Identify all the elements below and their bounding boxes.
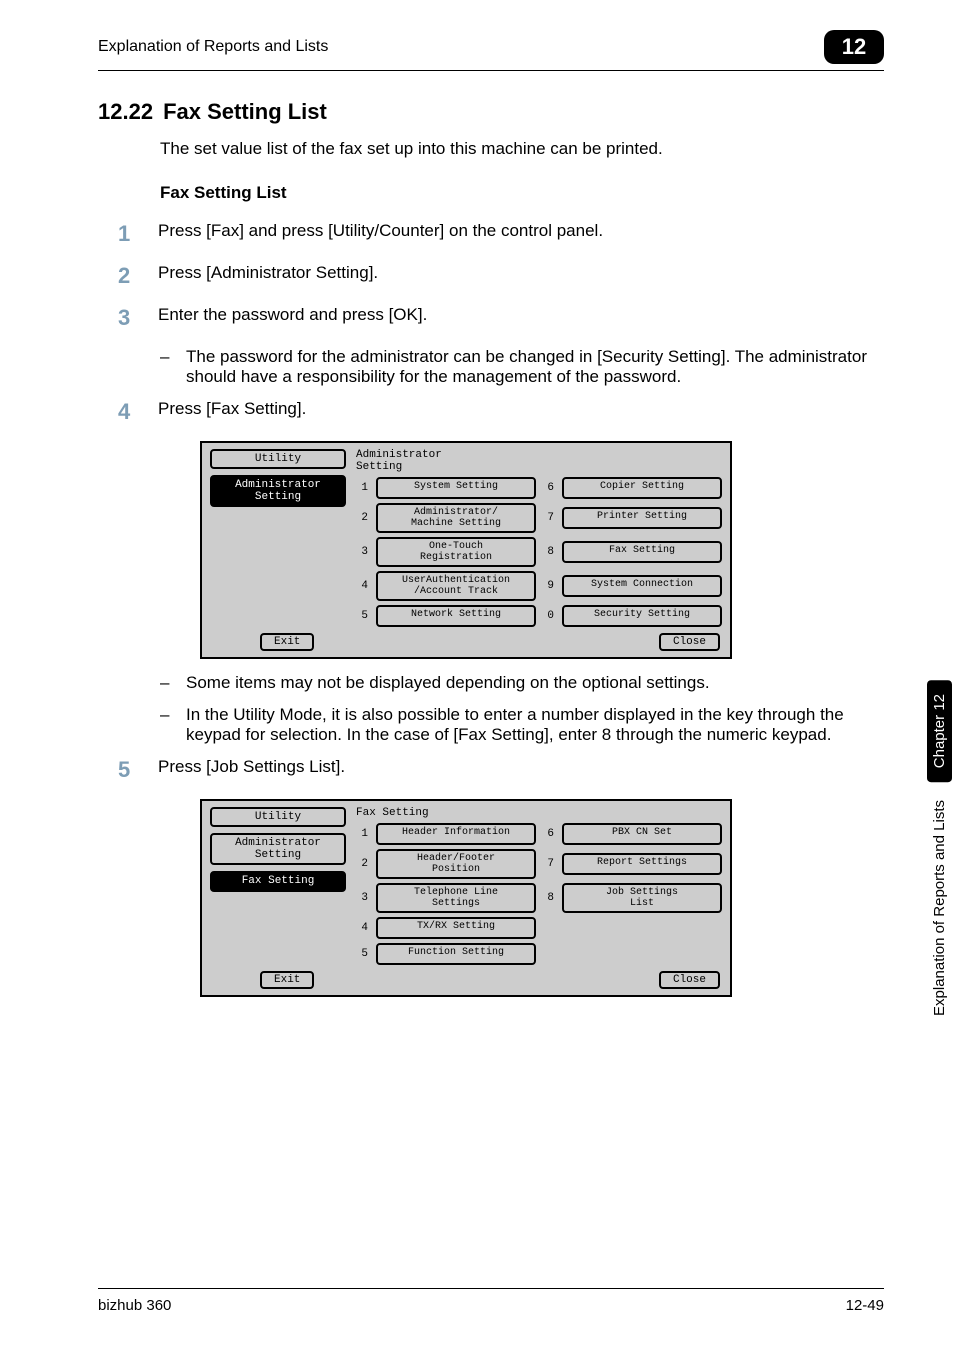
step-1: 1 Press [Fax] and press [Utility/Counter… <box>118 221 884 247</box>
close-button[interactable]: Close <box>659 633 720 651</box>
lcd2-key-8: 8 <box>542 892 556 904</box>
bullet-dash: – <box>160 705 186 745</box>
step-3-note-text: The password for the administrator can b… <box>186 347 884 387</box>
procedure-subhead: Fax Setting List <box>160 183 884 203</box>
lcd1-key-9: 9 <box>542 580 556 592</box>
side-thumb-tab: Chapter 12 Explanation of Reports and Li… <box>924 680 954 1150</box>
step-4-note-a-text: Some items may not be displayed dependin… <box>186 673 884 693</box>
lcd1-key-5: 5 <box>356 610 370 622</box>
step-4-note-a: – Some items may not be displayed depend… <box>160 673 884 693</box>
step-2: 2 Press [Administrator Setting]. <box>118 263 884 289</box>
lcd1-key-0: 0 <box>542 610 556 622</box>
fax-setting-button[interactable]: Fax Setting <box>562 541 722 563</box>
step-1-text: Press [Fax] and press [Utility/Counter] … <box>158 221 884 241</box>
breadcrumb-utility[interactable]: Utility <box>210 807 346 827</box>
section-title: Fax Setting List <box>163 99 327 124</box>
footer-model: bizhub 360 <box>98 1297 171 1314</box>
lcd2-key-2: 2 <box>356 858 370 870</box>
breadcrumb-fax-setting[interactable]: Fax Setting <box>210 871 346 891</box>
pbx-cn-set-button[interactable]: PBX CN Set <box>562 823 722 845</box>
page-footer: bizhub 360 12-49 <box>98 1288 884 1314</box>
step-3-number: 3 <box>118 305 158 331</box>
lcd1-title: Administrator Setting <box>356 449 722 473</box>
step-2-text: Press [Administrator Setting]. <box>158 263 884 283</box>
step-5-text: Press [Job Settings List]. <box>158 757 884 777</box>
job-settings-list-button[interactable]: Job Settings List <box>562 883 722 913</box>
running-title: Explanation of Reports and Lists <box>98 38 328 56</box>
breadcrumb-administrator-setting[interactable]: Administrator Setting <box>210 833 346 865</box>
function-setting-button[interactable]: Function Setting <box>376 943 536 965</box>
footer-page-number: 12-49 <box>846 1297 884 1314</box>
intro-paragraph: The set value list of the fax set up int… <box>160 139 884 159</box>
lcd2-key-1: 1 <box>356 828 370 840</box>
step-3: 3 Enter the password and press [OK]. <box>118 305 884 331</box>
section-heading: 12.22 Fax Setting List <box>98 99 884 125</box>
section-number: 12.22 <box>98 99 153 124</box>
lcd-panel-fax-setting: Utility Administrator Setting Fax Settin… <box>200 799 732 997</box>
telephone-line-settings-button[interactable]: Telephone Line Settings <box>376 883 536 913</box>
lcd1-key-1: 1 <box>356 482 370 494</box>
security-setting-button[interactable]: Security Setting <box>562 605 722 627</box>
step-2-number: 2 <box>118 263 158 289</box>
step-4-note-b-text: In the Utility Mode, it is also possible… <box>186 705 884 745</box>
one-touch-registration-button[interactable]: One-Touch Registration <box>376 537 536 567</box>
lcd1-key-7: 7 <box>542 512 556 524</box>
step-4: 4 Press [Fax Setting]. <box>118 399 884 425</box>
step-5-number: 5 <box>118 757 158 783</box>
lcd2-key-5: 5 <box>356 948 370 960</box>
exit-button[interactable]: Exit <box>260 971 314 989</box>
lcd1-key-4: 4 <box>356 580 370 592</box>
bullet-dash: – <box>160 347 186 387</box>
side-tab-chapter: Chapter 12 <box>927 680 952 782</box>
system-connection-button[interactable]: System Connection <box>562 575 722 597</box>
tx-rx-setting-button[interactable]: TX/RX Setting <box>376 917 536 939</box>
side-tab-title: Explanation of Reports and Lists <box>929 790 950 1026</box>
copier-setting-button[interactable]: Copier Setting <box>562 477 722 499</box>
chapter-number-box: 12 <box>824 30 884 64</box>
report-settings-button[interactable]: Report Settings <box>562 853 722 875</box>
close-button[interactable]: Close <box>659 971 720 989</box>
system-setting-button[interactable]: System Setting <box>376 477 536 499</box>
step-4-note-b: – In the Utility Mode, it is also possib… <box>160 705 884 745</box>
step-5: 5 Press [Job Settings List]. <box>118 757 884 783</box>
header-information-button[interactable]: Header Information <box>376 823 536 845</box>
lcd2-key-6: 6 <box>542 828 556 840</box>
running-header: Explanation of Reports and Lists 12 <box>98 30 884 71</box>
step-4-number: 4 <box>118 399 158 425</box>
step-4-text: Press [Fax Setting]. <box>158 399 884 419</box>
lcd2-key-4: 4 <box>356 922 370 934</box>
lcd1-key-2: 2 <box>356 512 370 524</box>
lcd1-key-6: 6 <box>542 482 556 494</box>
lcd2-title: Fax Setting <box>356 807 722 819</box>
user-authentication-account-track-button[interactable]: UserAuthentication /Account Track <box>376 571 536 601</box>
lcd1-key-8: 8 <box>542 546 556 558</box>
breadcrumb-utility[interactable]: Utility <box>210 449 346 469</box>
lcd1-key-3: 3 <box>356 546 370 558</box>
network-setting-button[interactable]: Network Setting <box>376 605 536 627</box>
lcd-panel-administrator-setting: Utility Administrator Setting Administra… <box>200 441 732 659</box>
step-3-text: Enter the password and press [OK]. <box>158 305 884 325</box>
administrator-machine-setting-button[interactable]: Administrator/ Machine Setting <box>376 503 536 533</box>
lcd2-key-3: 3 <box>356 892 370 904</box>
lcd1-title-line1: Administrator <box>356 449 442 461</box>
printer-setting-button[interactable]: Printer Setting <box>562 507 722 529</box>
step-3-note: – The password for the administrator can… <box>160 347 884 387</box>
bullet-dash: – <box>160 673 186 693</box>
breadcrumb-administrator-setting[interactable]: Administrator Setting <box>210 475 346 507</box>
exit-button[interactable]: Exit <box>260 633 314 651</box>
step-1-number: 1 <box>118 221 158 247</box>
header-footer-position-button[interactable]: Header/Footer Position <box>376 849 536 879</box>
lcd1-title-line2: Setting <box>356 461 402 473</box>
lcd2-key-7: 7 <box>542 858 556 870</box>
